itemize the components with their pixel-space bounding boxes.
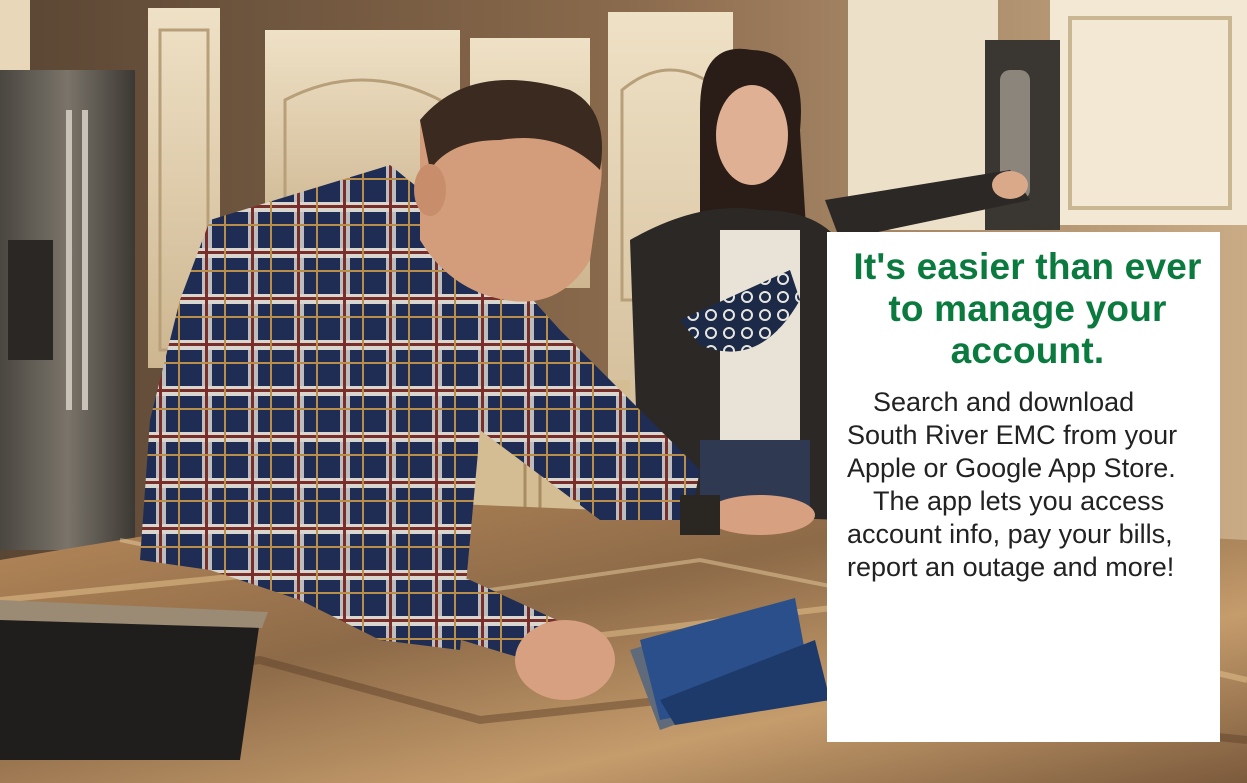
download-paragraph: Search and download South River EMC from… (847, 387, 1178, 483)
headline: It's easier than ever to manage your acc… (853, 246, 1202, 371)
info-panel: It's easier than ever to manage your acc… (827, 232, 1220, 742)
app-promo-ad: It's easier than ever to manage your acc… (0, 0, 1247, 783)
features-paragraph: The app lets you access account info, pa… (847, 486, 1175, 582)
